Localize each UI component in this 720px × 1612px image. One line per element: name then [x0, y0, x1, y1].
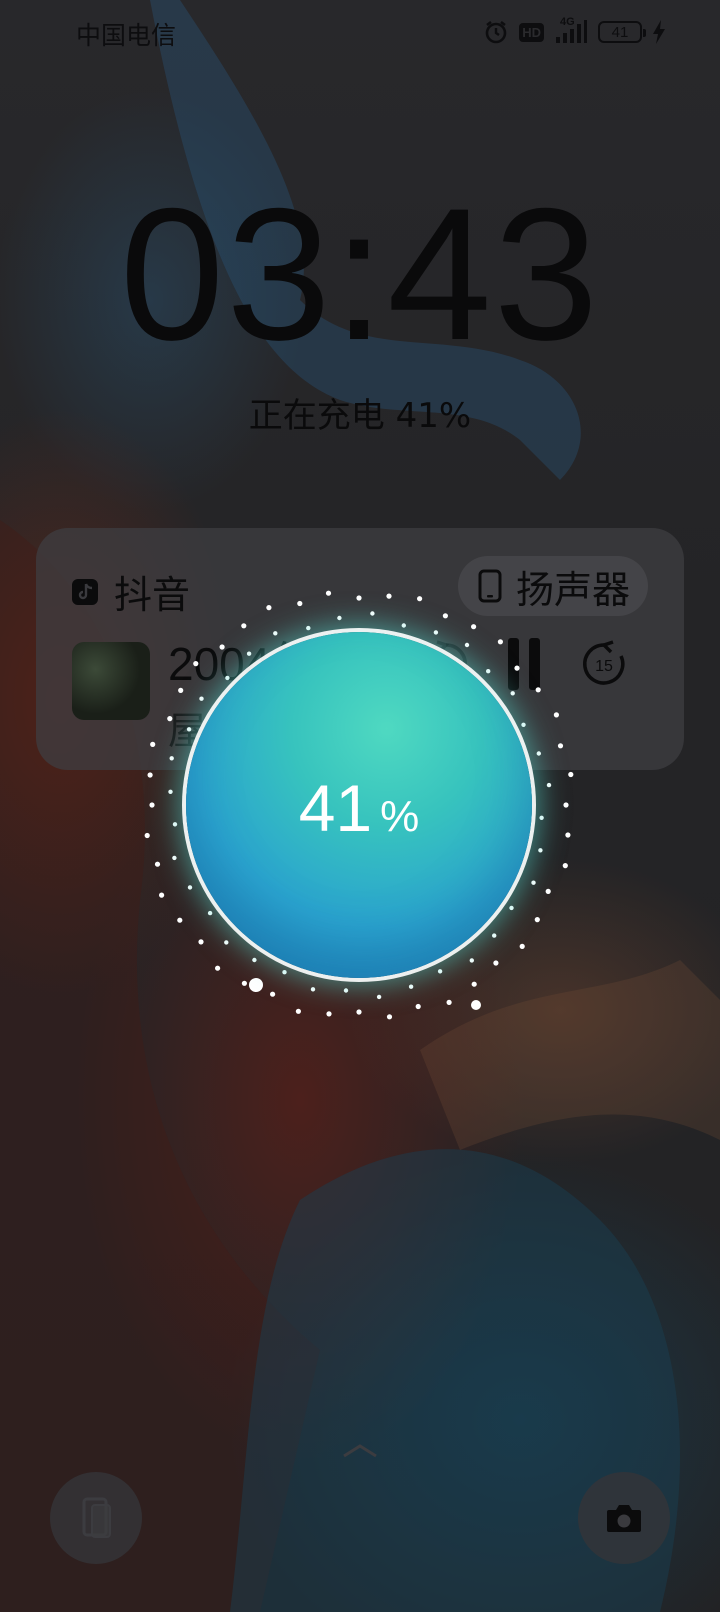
battery-level: 41: [611, 23, 629, 41]
forward-15-label: 15: [595, 658, 613, 675]
phone-clone-icon: [82, 1497, 111, 1538]
charging-dot: [282, 970, 287, 975]
phone-clone-button[interactable]: [50, 1472, 142, 1564]
charging-dot: [241, 980, 247, 986]
charging-dot: [168, 789, 173, 794]
battery-icon: 41: [598, 21, 646, 43]
charging-dot: [172, 822, 178, 827]
charging-dot: [144, 832, 150, 839]
orb-percent-unit: %: [380, 792, 420, 841]
charging-dot: [446, 999, 452, 1006]
status-icons: HD 4G 41: [483, 16, 666, 48]
charging-dot: [252, 957, 257, 963]
charging-dot: [376, 994, 382, 1000]
song-title: 2004年...: [168, 638, 355, 690]
output-device-button[interactable]: 扬声器: [457, 556, 648, 616]
charging-dot: [198, 939, 204, 945]
media-app-header: 抖音: [72, 564, 190, 619]
charging-dot: [539, 815, 544, 820]
charging-dot: [563, 802, 569, 808]
douyin-icon: [72, 578, 98, 605]
charging-dot: [565, 832, 571, 838]
charging-dot: [415, 1003, 421, 1010]
forward-15-icon: 15: [583, 640, 625, 685]
rewind-15-icon: 15: [425, 640, 467, 685]
media-player-card[interactable]: 抖音 扬声器 2004年... 屋太冷... 15 15: [36, 528, 684, 770]
charging-dot: [207, 910, 213, 916]
hd-icon: HD: [519, 22, 544, 42]
song-artist: 屋太冷...: [168, 709, 319, 753]
charging-dot: [224, 940, 229, 945]
charging-dot: [326, 1011, 332, 1017]
charging-dot: [187, 885, 193, 890]
charging-dot: [408, 984, 414, 989]
charging-dot: [545, 888, 551, 895]
forward-15-button[interactable]: 15: [574, 634, 634, 694]
rewind-15-button[interactable]: 15: [416, 634, 476, 694]
charging-dot: [386, 1014, 393, 1020]
rewind-15-label: 15: [437, 658, 455, 675]
charging-dot: [492, 933, 497, 938]
chevron-up-icon[interactable]: [340, 1440, 380, 1460]
orb-percent-value: 41: [298, 771, 373, 845]
charging-dot: [149, 802, 155, 808]
charging-dot: [531, 880, 536, 885]
charging-dot: [343, 988, 349, 993]
camera-icon: [607, 1505, 641, 1532]
charging-dot: [437, 969, 443, 974]
charging-dot: [249, 978, 263, 992]
lock-clock: 03:43: [119, 169, 601, 379]
charging-dot: [534, 917, 540, 923]
charging-dot: [159, 892, 165, 898]
charging-dot: [519, 943, 525, 950]
charging-dot: [562, 863, 568, 869]
alarm-icon: [485, 20, 507, 44]
signal-4g-icon: 4G: [554, 16, 588, 45]
output-device-label: 扬声器: [515, 567, 630, 612]
charging-dot: [147, 772, 153, 778]
carrier-label: 中国电信: [76, 21, 177, 50]
status-bar: 中国电信 HD 4G 41: [0, 0, 720, 66]
charging-dot: [270, 991, 276, 997]
charging-dot: [471, 981, 477, 987]
charging-dot: [493, 960, 499, 966]
charging-dot: [469, 958, 474, 963]
charging-dot: [215, 965, 221, 971]
charging-dot: [568, 771, 574, 778]
charging-status: 正在充电 41%: [248, 396, 472, 436]
charging-dot: [538, 848, 543, 853]
lock-screen: 中国电信 HD 4G 41 03:43 正在充电 41% 抖音 扬声器 2004…: [0, 0, 720, 1612]
charging-dot: [154, 861, 161, 867]
charging-dot: [295, 1008, 301, 1014]
orb-percent: 41%: [186, 770, 532, 846]
pause-button[interactable]: [494, 634, 554, 694]
album-art: [72, 642, 150, 720]
charging-dot: [177, 917, 183, 923]
media-app-name: 抖音: [114, 573, 191, 617]
charging-dot: [546, 782, 552, 788]
charging-dot: [310, 987, 316, 992]
charging-dot: [471, 1000, 481, 1010]
charging-dot: [172, 855, 177, 861]
camera-button[interactable]: [578, 1472, 670, 1564]
pause-icon: [508, 638, 540, 690]
charging-bolt-icon: [653, 20, 665, 44]
charging-dot: [356, 1009, 362, 1015]
charging-dot: [509, 905, 514, 911]
phone-speaker-icon: [478, 569, 502, 603]
